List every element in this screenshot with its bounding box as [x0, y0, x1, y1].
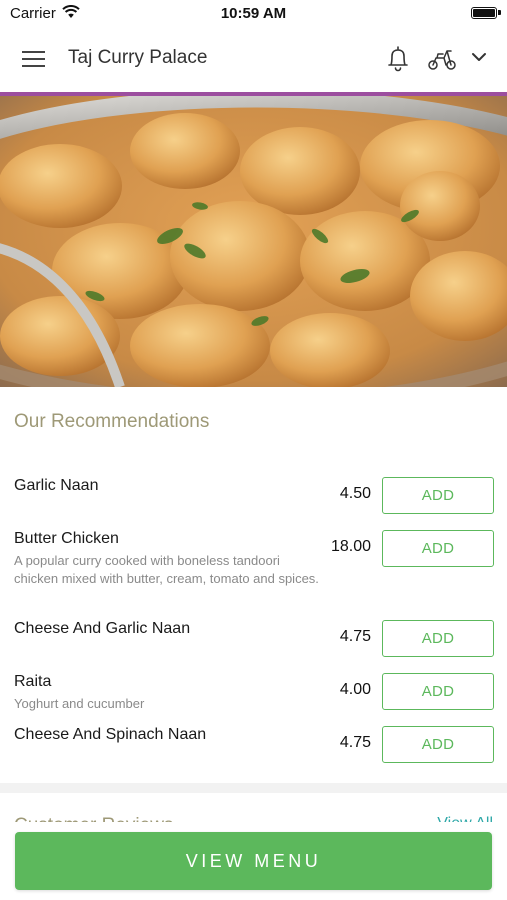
add-button[interactable]: ADD: [382, 530, 494, 567]
recommendations-section: Our Recommendations Garlic Naan 4.50 ADD…: [0, 387, 507, 783]
recommendations-title: Our Recommendations: [14, 411, 210, 432]
section-divider: [0, 783, 507, 793]
chevron-down-icon[interactable]: [470, 50, 488, 64]
item-name: Cheese And Garlic Naan: [14, 620, 191, 637]
item-price: 4.50: [339, 485, 371, 502]
item-price: 18.00: [330, 538, 371, 555]
scooter-icon[interactable]: [427, 46, 457, 72]
add-button[interactable]: ADD: [382, 726, 494, 763]
item-name: Raita: [14, 673, 52, 690]
item-description: A popular curry cooked with boneless tan…: [14, 553, 319, 586]
item-name: Cheese And Spinach Naan: [14, 726, 207, 743]
battery-nub: [498, 10, 501, 15]
view-menu-button[interactable]: VIEW MENU: [15, 832, 492, 890]
add-button[interactable]: ADD: [382, 477, 494, 514]
add-button[interactable]: ADD: [382, 620, 494, 657]
item-name: Butter Chicken: [14, 530, 119, 547]
item-price: 4.00: [339, 681, 371, 698]
item-price: 4.75: [339, 734, 371, 751]
item-price: 4.75: [339, 628, 371, 645]
status-bar: Carrier 10:59 AM: [0, 0, 507, 26]
battery-icon: [471, 7, 497, 19]
add-button[interactable]: ADD: [382, 673, 494, 710]
item-description: Yoghurt and cucumber: [14, 696, 145, 711]
clock: 10:59 AM: [220, 5, 287, 22]
hero-food-image: [0, 96, 507, 387]
bell-icon[interactable]: [386, 45, 410, 73]
restaurant-title: Taj Curry Palace: [68, 47, 208, 68]
item-name: Garlic Naan: [14, 477, 99, 494]
app-header: Taj Curry Palace: [0, 26, 507, 92]
menu-icon[interactable]: [22, 49, 46, 69]
